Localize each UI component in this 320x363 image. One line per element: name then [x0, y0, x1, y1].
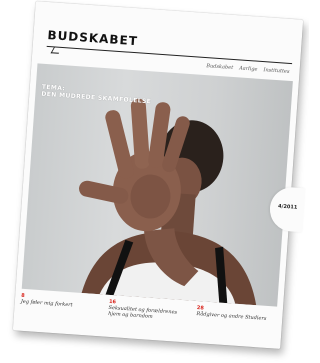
teaser-item[interactable]: 28 Rådgiver og andre Studiers: [196, 305, 277, 329]
speech-bubble-notch-icon: [50, 46, 63, 54]
magazine-title: BUDSKABET: [47, 27, 139, 49]
nav-item-instituttes: Instituttes: [263, 67, 290, 75]
hand-raised-photo-illustration: [79, 98, 257, 306]
nav-item-budskabet: Budskabet: [206, 63, 234, 71]
cover-nav: Budskabet Aarlige Instituttes: [206, 63, 290, 75]
cover-photo: [21, 63, 293, 307]
nav-item-aarlige: Aarlige: [238, 65, 258, 73]
issue-number: 4/2011: [277, 203, 298, 211]
teaser-item[interactable]: 8 Jeg føler mig forkert: [20, 293, 101, 317]
stage: BUDSKABET Budskabet Aarlige Instituttes: [0, 0, 309, 363]
magazine-cover[interactable]: BUDSKABET Budskabet Aarlige Instituttes: [12, 1, 306, 349]
teaser-item[interactable]: 16 Seksualitet og forældrenes hjem og ba…: [108, 299, 189, 323]
masthead-rule: [46, 45, 293, 65]
